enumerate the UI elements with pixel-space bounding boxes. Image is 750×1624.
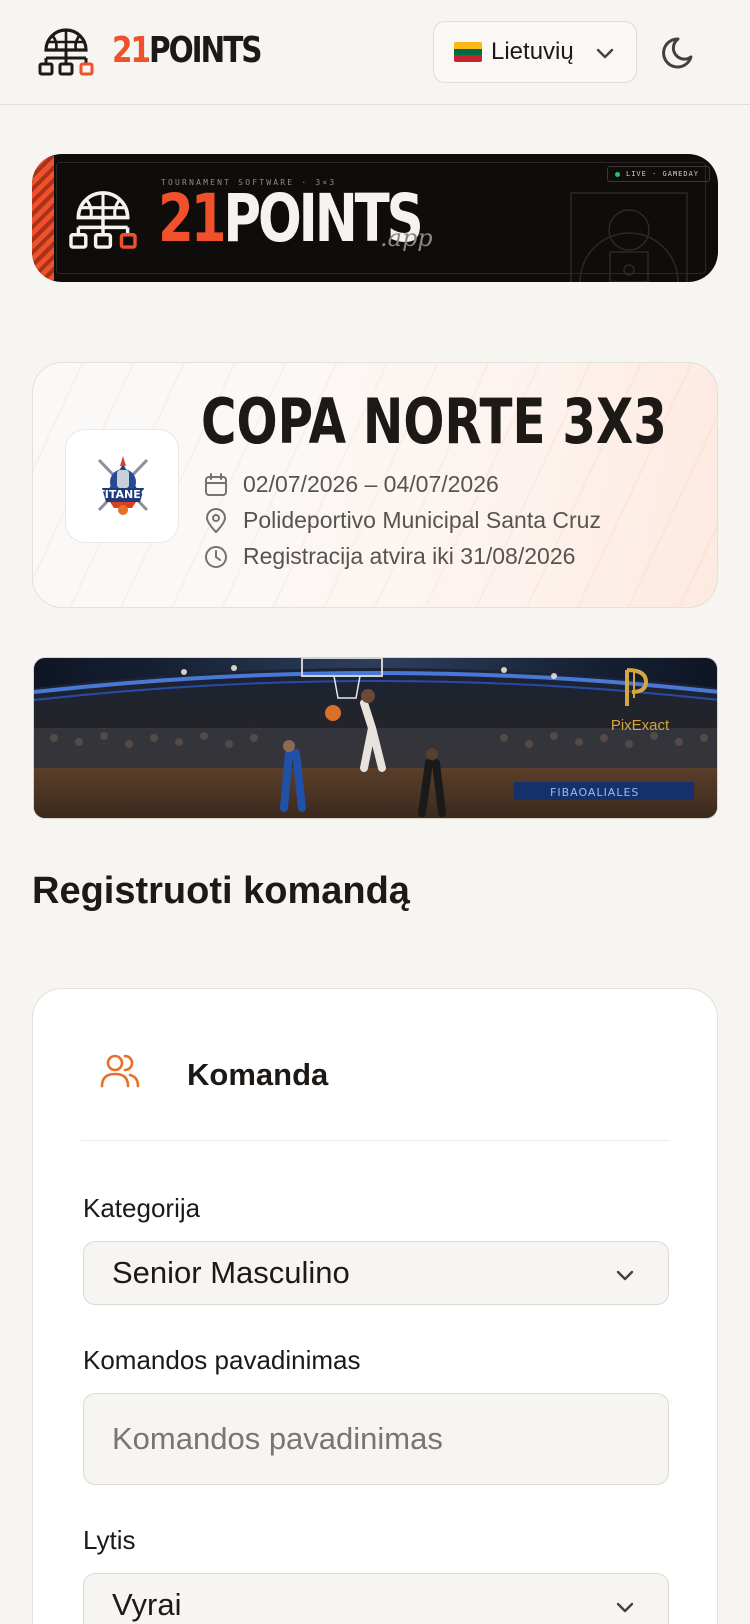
logo-number: 21 [112,30,151,71]
registration-deadline: Registracija atvira iki 31/08/2026 [203,543,575,570]
form-section-title: Komanda [187,1057,329,1092]
clock-icon [205,545,227,568]
event-dates-text: 02/07/2026 – 04/07/2026 [243,471,499,497]
category-select[interactable]: Senior Masculino [83,1241,669,1305]
chevron-down-icon [596,48,614,59]
court-lines-decoration [570,192,688,282]
lithuania-flag-icon [454,42,482,62]
category-value: Senior Masculino [112,1255,350,1290]
language-selector[interactable]: Lietuvių [433,21,637,83]
logo-word: POINTS [148,30,263,71]
chevron-down-icon [616,1602,634,1613]
event-dates: 02/07/2026 – 04/07/2026 [203,471,499,498]
calendar-icon [205,472,227,496]
basketball-bracket-logo-icon [69,191,137,249]
titanes-logo-icon: TITANES [97,456,149,515]
registration-deadline-text: Registracija atvira iki 31/08/2026 [243,543,576,569]
page-title: Registruoti komandą [32,870,410,912]
basketball-arena-photo: FIBAOALIALES PixExact [34,658,717,818]
banner-stripe [32,154,54,282]
chevron-down-icon [616,1270,634,1281]
scoreboard-text: FIBAOALIALES [550,786,639,799]
registration-form-card: Komanda Kategorija Senior Masculino Koma… [32,988,718,1624]
banner-domain-suffix: .app [380,224,433,252]
event-card: TITANES COPA NORTE 3X3 02/07/2026 – 04/0… [32,362,718,608]
sponsor-name: PixExact [611,717,670,734]
gender-select[interactable]: Vyrai [83,1573,669,1624]
team-name-label: Komandos pavadinimas [83,1345,361,1375]
team-logo: TITANES [65,429,179,543]
event-venue: Polideportivo Municipal Santa Cruz [203,507,601,534]
team-name-input[interactable] [83,1393,669,1485]
gender-value: Vyrai [112,1587,182,1622]
team-logo-text: TITANES [97,488,148,501]
category-label: Kategorija [83,1193,201,1223]
language-label: Lietuvių [491,38,574,65]
location-pin-icon [205,507,227,533]
basketball-bracket-logo-icon[interactable] [38,26,94,78]
gender-label: Lytis [83,1525,136,1555]
banner-logo-number: 21 [158,180,227,257]
brand-logo[interactable]: 21POINTS [112,30,263,72]
event-title: COPA NORTE 3X3 [201,385,667,458]
promo-banner[interactable]: TOURNAMENT SOFTWARE · 3×3 LIVE · GAMEDAY… [32,154,718,282]
app-header: 21POINTS Lietuvių [0,0,750,105]
form-section-header: Komanda [81,1051,669,1141]
live-badge: LIVE · GAMEDAY [607,166,711,182]
users-icon [100,1054,140,1088]
sponsor-photo-banner[interactable]: FIBAOALIALES PixExact [33,657,718,819]
moon-icon[interactable] [659,30,703,74]
event-venue-text: Polideportivo Municipal Santa Cruz [243,507,601,533]
